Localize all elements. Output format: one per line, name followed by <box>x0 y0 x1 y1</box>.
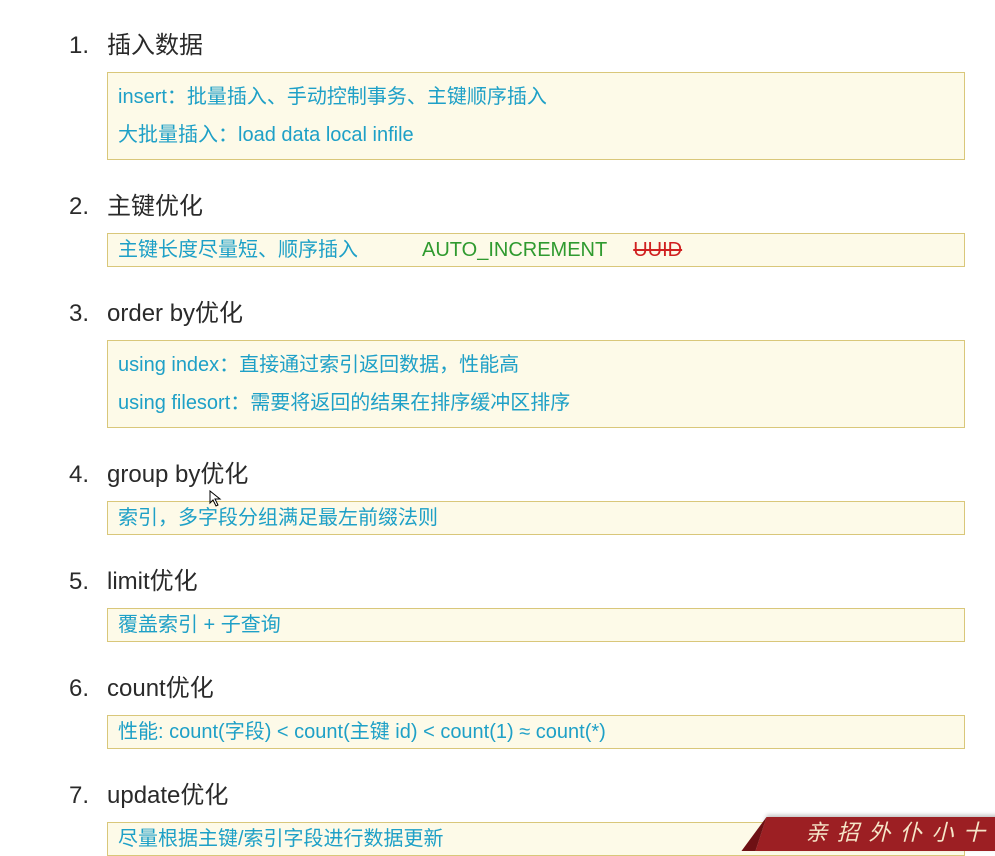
footer-text: 亲 招 外 仆 小 十 <box>805 815 987 847</box>
item-title: order by优化 <box>107 293 965 328</box>
detail-recommended: AUTO_INCREMENT <box>422 236 607 264</box>
detail-not-recommended: UUID <box>633 236 682 264</box>
item-title: 主键优化 <box>107 186 965 221</box>
item-number: 3. <box>55 300 107 328</box>
item-title: count优化 <box>107 668 965 703</box>
item-heading: 1.插入数据 <box>55 25 965 60</box>
item-detail-box: 主键长度尽量短、顺序插入 AUTO_INCREMENT UUID <box>107 233 965 267</box>
item-number: 5. <box>55 568 107 596</box>
outline-item-3: 3.order by优化 using index：直接通过索引返回数据，性能高us… <box>55 293 965 428</box>
item-number: 6. <box>55 675 107 703</box>
detail-line: using index：直接通过索引返回数据，性能高 <box>118 346 954 384</box>
outline-item-4: 4.group by优化索引，多字段分组满足最左前缀法则 <box>55 454 965 535</box>
detail-line: 覆盖索引 + 子查询 <box>118 611 954 639</box>
item-number: 4. <box>55 461 107 489</box>
item-detail-box: 性能: count(字段) < count(主键 id) < count(1) … <box>107 715 965 749</box>
detail-line: 索引，多字段分组满足最左前缀法则 <box>118 504 954 532</box>
detail-line: insert：批量插入、手动控制事务、主键顺序插入 <box>118 78 954 116</box>
item-heading: 6.count优化 <box>55 668 965 703</box>
item-detail-box: 索引，多字段分组满足最左前缀法则 <box>107 501 965 535</box>
outline-list: 1.插入数据 insert：批量插入、手动控制事务、主键顺序插入大批量插入：loa… <box>55 25 965 856</box>
detail-line: 主键长度尽量短、顺序插入 AUTO_INCREMENT UUID <box>118 236 954 264</box>
outline-item-5: 5.limit优化覆盖索引 + 子查询 <box>55 561 965 642</box>
item-detail-box: insert：批量插入、手动控制事务、主键顺序插入大批量插入：load data… <box>107 72 965 160</box>
detail-line: 性能: count(字段) < count(主键 id) < count(1) … <box>118 718 954 746</box>
detail-line: 大批量插入：load data local infile <box>118 116 954 154</box>
item-detail-box: using index：直接通过索引返回数据，性能高using filesort… <box>107 340 965 428</box>
outline-item-6: 6.count优化性能: count(字段) < count(主键 id) < … <box>55 668 965 749</box>
item-number: 7. <box>55 782 107 810</box>
item-title: group by优化 <box>107 454 965 489</box>
item-title: update优化 <box>107 775 965 810</box>
item-heading: 2.主键优化 <box>55 186 965 221</box>
item-number: 2. <box>55 193 107 221</box>
item-heading: 7.update优化 <box>55 775 965 810</box>
item-heading: 4.group by优化 <box>55 454 965 489</box>
outline-item-2: 2.主键优化主键长度尽量短、顺序插入 AUTO_INCREMENT UUID <box>55 186 965 267</box>
item-heading: 3.order by优化 <box>55 293 965 328</box>
item-title: limit优化 <box>107 561 965 596</box>
detail-text: 主键长度尽量短、顺序插入 <box>118 236 358 264</box>
item-heading: 5.limit优化 <box>55 561 965 596</box>
item-title: 插入数据 <box>107 25 965 60</box>
item-number: 1. <box>55 32 107 60</box>
detail-line: using filesort：需要将返回的结果在排序缓冲区排序 <box>118 384 954 422</box>
item-detail-box: 覆盖索引 + 子查询 <box>107 608 965 642</box>
outline-item-1: 1.插入数据 insert：批量插入、手动控制事务、主键顺序插入大批量插入：loa… <box>55 25 965 160</box>
